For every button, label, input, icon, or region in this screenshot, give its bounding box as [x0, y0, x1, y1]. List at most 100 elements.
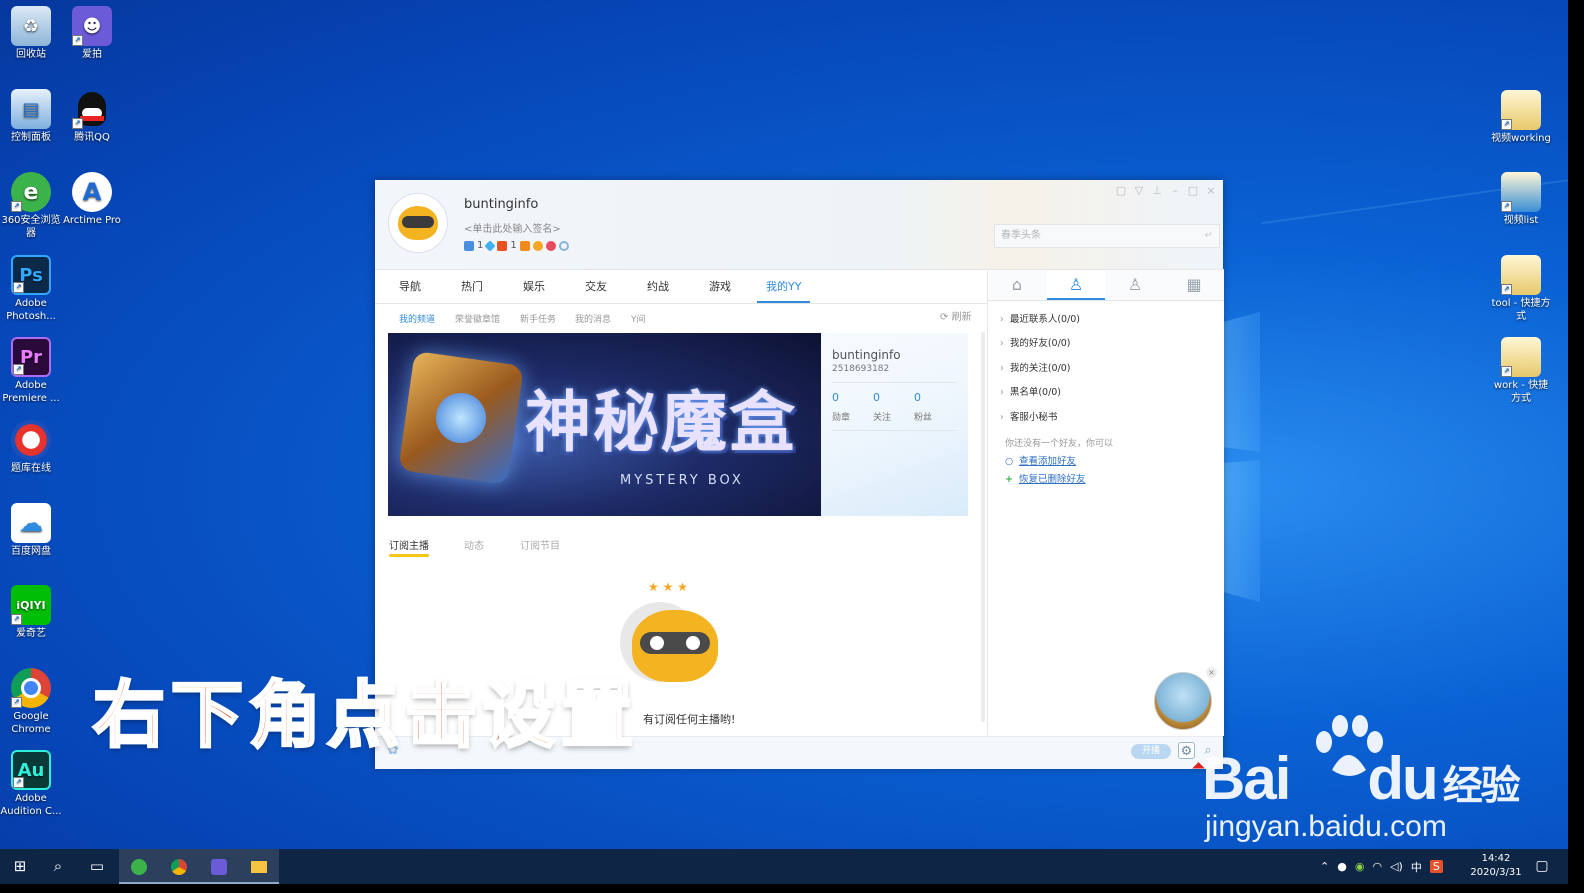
start-icon[interactable]: ⊞ — [0, 849, 40, 884]
home-icon[interactable]: ⌂ — [988, 270, 1046, 300]
coin-badge-icon[interactable] — [532, 240, 543, 251]
skin-icon[interactable]: ▢ — [1115, 185, 1127, 197]
follow-count[interactable]: 0 — [873, 391, 880, 404]
subtab-y-space[interactable]: Y间 — [631, 312, 646, 325]
game-badge-icon[interactable] — [519, 240, 530, 251]
eye-badge-icon[interactable] — [558, 240, 569, 251]
apps-grid-icon[interactable]: ▦ — [1165, 270, 1223, 300]
heart-badge-icon[interactable] — [545, 240, 556, 251]
sogou-icon[interactable]: S — [1429, 860, 1443, 873]
tab-nav[interactable]: 导航 — [399, 270, 421, 303]
refresh-button[interactable]: ⟳ 刷新 — [940, 308, 972, 323]
taskbar-file-explorer[interactable] — [239, 849, 279, 884]
desktop-icon-360-browser[interactable]: e ↗ 360安全浏览器 — [0, 172, 62, 240]
enter-icon[interactable]: ↵ — [1205, 225, 1213, 247]
desktop-icon-baidu-netdisk[interactable]: ☁ 百度网盘 — [0, 503, 62, 558]
desktop-icon-premiere[interactable]: Pr ↗ Adobe Premiere ... — [0, 337, 62, 405]
profile-name: buntinginfo — [832, 348, 901, 362]
level-badge-icon[interactable] — [464, 240, 474, 251]
trophy-icon[interactable]: ▽ — [1133, 185, 1145, 197]
fans-count[interactable]: 0 — [914, 391, 921, 404]
task-view-icon[interactable]: ▭ — [77, 849, 117, 884]
search-icon[interactable]: ⌕ — [38, 849, 78, 884]
empty-state-message: 有订阅任何主播哟! — [643, 713, 736, 726]
desktop-icon-work-shortcut[interactable]: ↗ work - 快捷方式 — [1490, 337, 1552, 405]
chrome-icon: ↗ — [11, 668, 51, 708]
tab-social[interactable]: 交友 — [585, 270, 607, 303]
desktop-icon-tiku[interactable]: 题库在线 — [0, 420, 62, 475]
group-my-friends[interactable]: › 我的好友(0/0) — [1000, 335, 1071, 349]
group-blacklist[interactable]: › 黑名单(0/0) — [1000, 384, 1061, 398]
tab-battle[interactable]: 约战 — [647, 270, 669, 303]
microphone-icon[interactable]: ● — [1337, 860, 1347, 873]
desktop-icon-video-list[interactable]: ↗ 视频list — [1490, 172, 1552, 227]
promo-banner[interactable]: 神秘魔盒 MYSTERY BOX — [388, 333, 821, 516]
add-friend-link[interactable]: ○ 查看添加好友 — [1005, 453, 1076, 467]
tray-app-icon[interactable]: ◉ — [1355, 860, 1365, 873]
screen-edge — [1568, 0, 1584, 893]
clock[interactable]: 14:42 2020/3/31 — [1466, 852, 1526, 880]
pin-icon[interactable]: ⊥ — [1151, 185, 1163, 197]
tab-entertainment[interactable]: 娱乐 — [523, 270, 545, 303]
tab-hot[interactable]: 热门 — [461, 270, 483, 303]
desktop-icon-aipai[interactable]: ☻ ↗ 爱拍 — [61, 6, 123, 61]
contacts-panel: ⌂ ♙ ♙ ▦ › 最近联系人(0/0) › 我的好友(0/0) › 我的关注(0/0… — [987, 269, 1224, 736]
group-customer-service[interactable]: › 客服小秘书 — [1000, 409, 1057, 423]
close-icon[interactable]: × — [1206, 667, 1217, 678]
group-icon[interactable]: ♙ — [1106, 270, 1164, 300]
start-broadcast-button[interactable]: 开播 — [1131, 744, 1171, 759]
desktop-icon-chrome[interactable]: ↗ Google Chrome — [0, 668, 62, 736]
desktop-icon-photoshop[interactable]: Ps ↗ Adobe Photosh... — [0, 255, 62, 323]
maximize-icon[interactable]: □ — [1187, 185, 1199, 197]
medal-label: 勋章 — [832, 413, 851, 423]
vip-badge-icon[interactable] — [497, 240, 508, 251]
subtab-my-messages[interactable]: 我的消息 — [575, 312, 611, 325]
desktop-icon-qq[interactable]: ↗ 腾讯QQ — [61, 89, 123, 144]
search-icon: ○ — [1005, 456, 1014, 467]
friends-icon[interactable]: ♙ — [1047, 270, 1105, 300]
stars-icon: ★ ★ ★ — [648, 580, 688, 594]
scrollbar[interactable] — [981, 332, 985, 722]
search-input[interactable]: 春季头条 ↵ — [994, 224, 1220, 248]
taskbar-chrome[interactable] — [159, 849, 199, 884]
tab-feed[interactable]: 动态 — [464, 537, 484, 552]
medal-count[interactable]: 0 — [832, 391, 839, 404]
photoshop-icon: Ps ↗ — [11, 255, 51, 295]
restore-friend-link[interactable]: + 恢复已删除好友 — [1005, 471, 1086, 485]
settings-button[interactable]: ⚙ — [1178, 742, 1195, 759]
tab-my-yy[interactable]: 我的YY — [757, 270, 811, 303]
close-icon[interactable]: × — [1205, 185, 1217, 197]
group-my-follows[interactable]: › 我的关注(0/0) — [1000, 360, 1071, 374]
avatar[interactable]: ✓ — [388, 193, 448, 253]
network-icon[interactable]: ◠ — [1372, 860, 1382, 873]
subtab-honor-badges[interactable]: 荣誉徽章馆 — [455, 312, 500, 325]
group-recent-contacts[interactable]: › 最近联系人(0/0) — [1000, 311, 1080, 325]
fans-label: 粉丝 — [914, 413, 933, 423]
tab-games[interactable]: 游戏 — [709, 270, 731, 303]
chevron-up-icon[interactable]: ⌃ — [1320, 860, 1329, 873]
diamond-badge-icon[interactable] — [484, 239, 497, 252]
volume-icon[interactable]: ◁) — [1390, 860, 1403, 873]
desktop-icon-tool-shortcut[interactable]: ↗ tool - 快捷方式 — [1490, 255, 1552, 323]
subtab-my-channel[interactable]: 我的频道 — [399, 312, 435, 325]
minimize-icon[interactable]: – — [1169, 185, 1181, 197]
iqiyi-icon: iQIYI ↗ — [11, 585, 51, 625]
desktop-icon-control-panel[interactable]: ▤ 控制面板 — [0, 89, 62, 144]
tab-subscribed-shows[interactable]: 订阅节目 — [520, 537, 560, 552]
desktop: ♻ 回收站 ☻ ↗ 爱拍 ▤ 控制面板 ↗ 腾讯QQ e ↗ 360安全浏览器 A … — [0, 0, 1568, 884]
tab-subscribed-anchors[interactable]: 订阅主播 — [389, 537, 429, 552]
notification-icon[interactable]: ▢ — [1530, 849, 1554, 884]
desktop-icon-arctime[interactable]: A Arctime Pro — [61, 172, 123, 227]
pirate-ship-widget[interactable]: × — [1154, 667, 1217, 730]
subtab-newbie-tasks[interactable]: 新手任务 — [520, 312, 556, 325]
desktop-icon-video-working[interactable]: ↗ 视频working — [1490, 90, 1552, 145]
banner-title: 神秘魔盒 — [525, 383, 797, 461]
desktop-icon-audition[interactable]: Au ↗ Adobe Audition C... — [0, 750, 62, 818]
taskbar-360-browser[interactable] — [119, 849, 159, 884]
desktop-icon-iqiyi[interactable]: iQIYI ↗ 爱奇艺 — [0, 585, 62, 640]
time: 14:42 — [1481, 853, 1511, 864]
taskbar-aipai[interactable] — [199, 849, 239, 884]
desktop-icon-recycle-bin[interactable]: ♻ 回收站 — [0, 6, 62, 61]
signature-input[interactable]: <单击此处输入签名> — [464, 220, 561, 235]
ime-indicator[interactable]: 中 — [1411, 859, 1422, 875]
